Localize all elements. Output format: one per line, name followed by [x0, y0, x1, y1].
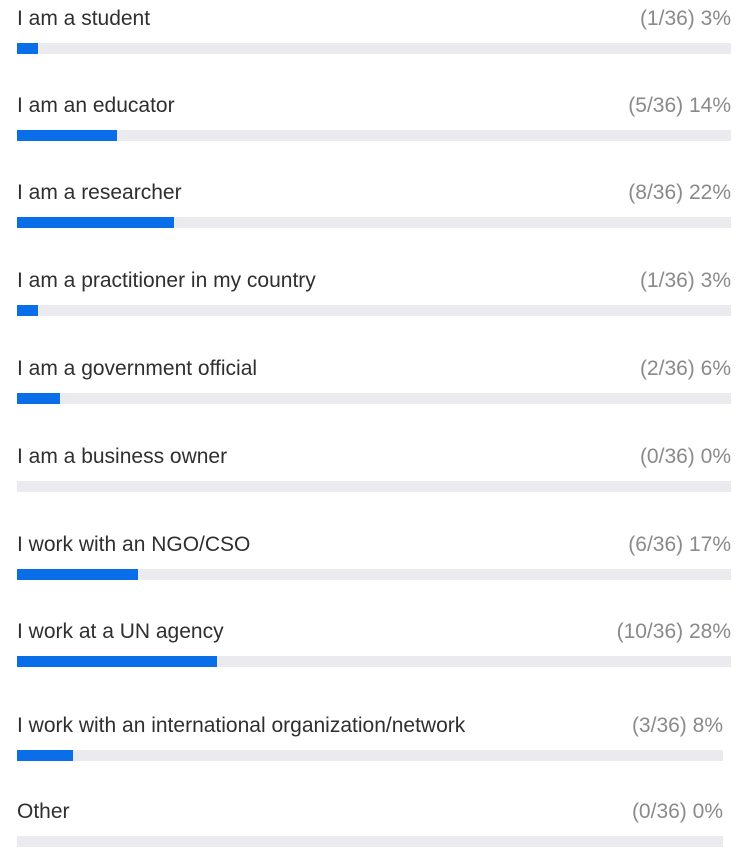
progress-fill — [17, 305, 39, 316]
progress-track — [17, 305, 731, 316]
option-stat: (6/36) 17% — [628, 532, 731, 558]
option-label: Other — [17, 800, 70, 823]
option-stat: (1/36) 3% — [640, 6, 731, 32]
option-stat: (8/36) 22% — [628, 180, 731, 206]
poll-results: I am a student (1/36) 3% I am an educato… — [0, 0, 736, 847]
option-stat: (3/36) 8% — [632, 713, 723, 739]
progress-track — [17, 481, 731, 492]
option-label: I am a practitioner in my country — [17, 269, 316, 292]
option-count: (1/36) — [639, 7, 695, 30]
option-stat: (10/36) 28% — [617, 619, 731, 645]
progress-track — [17, 656, 731, 667]
option-percent: 3% — [700, 7, 731, 30]
option-percent: 28% — [688, 620, 731, 643]
option-label: I am a researcher — [17, 181, 182, 204]
poll-option-student: I am a student (1/36) 3% — [17, 6, 731, 70]
option-count: (6/36) — [628, 533, 684, 556]
poll-option-ngo-cso: I work with an NGO/CSO (6/36) 17% — [17, 532, 731, 596]
poll-option-un-agency: I work at a UN agency (10/36) 28% — [17, 619, 731, 683]
poll-option-educator: I am an educator (5/36) 14% — [17, 93, 731, 157]
option-count: (5/36) — [628, 94, 684, 117]
option-count: (3/36) — [631, 714, 687, 737]
progress-track — [17, 750, 723, 761]
option-count: (8/36) — [628, 181, 684, 204]
progress-track — [17, 569, 731, 580]
option-count: (2/36) — [639, 357, 695, 380]
option-label: I am an educator — [17, 94, 175, 117]
option-stat: (1/36) 3% — [640, 268, 731, 294]
progress-fill — [17, 569, 139, 580]
progress-fill — [17, 656, 217, 667]
option-stat: (2/36) 6% — [640, 356, 731, 382]
progress-fill — [17, 393, 60, 404]
option-percent: 0% — [700, 445, 731, 468]
progress-track — [17, 217, 731, 228]
option-stat: (0/36) 0% — [640, 444, 731, 470]
option-percent: 6% — [700, 357, 731, 380]
option-count: (0/36) — [639, 445, 695, 468]
option-percent: 0% — [692, 800, 723, 823]
option-stat: (0/36) 0% — [632, 799, 723, 825]
option-percent: 22% — [688, 181, 731, 204]
option-label: I am a government official — [17, 357, 258, 380]
progress-fill — [17, 750, 74, 761]
poll-option-practitioner: I am a practitioner in my country (1/36)… — [17, 268, 731, 332]
option-percent: 14% — [688, 94, 731, 117]
poll-option-government-official: I am a government official (2/36) 6% — [17, 356, 731, 420]
option-label: I am a student — [17, 7, 151, 30]
progress-track — [17, 393, 731, 404]
progress-track — [17, 130, 731, 141]
option-label: I am a business owner — [17, 445, 228, 468]
option-count: (10/36) — [616, 620, 684, 643]
option-label: I work with an international organizatio… — [17, 714, 466, 737]
option-percent: 17% — [688, 533, 731, 556]
progress-fill — [17, 130, 117, 141]
option-percent: 3% — [700, 269, 731, 292]
option-stat: (5/36) 14% — [628, 93, 731, 119]
option-percent: 8% — [692, 714, 723, 737]
progress-fill — [17, 43, 39, 54]
option-label: I work at a UN agency — [17, 620, 224, 643]
progress-fill — [17, 217, 175, 228]
poll-option-researcher: I am a researcher (8/36) 22% — [17, 180, 731, 244]
poll-option-other: Other (0/36) 0% — [17, 799, 723, 863]
progress-track — [17, 43, 731, 54]
option-count: (1/36) — [639, 269, 695, 292]
poll-option-business-owner: I am a business owner (0/36) 0% — [17, 444, 731, 508]
poll-option-international-organization: I work with an international organizatio… — [17, 713, 723, 777]
option-label: I work with an NGO/CSO — [17, 533, 251, 556]
option-count: (0/36) — [631, 800, 687, 823]
